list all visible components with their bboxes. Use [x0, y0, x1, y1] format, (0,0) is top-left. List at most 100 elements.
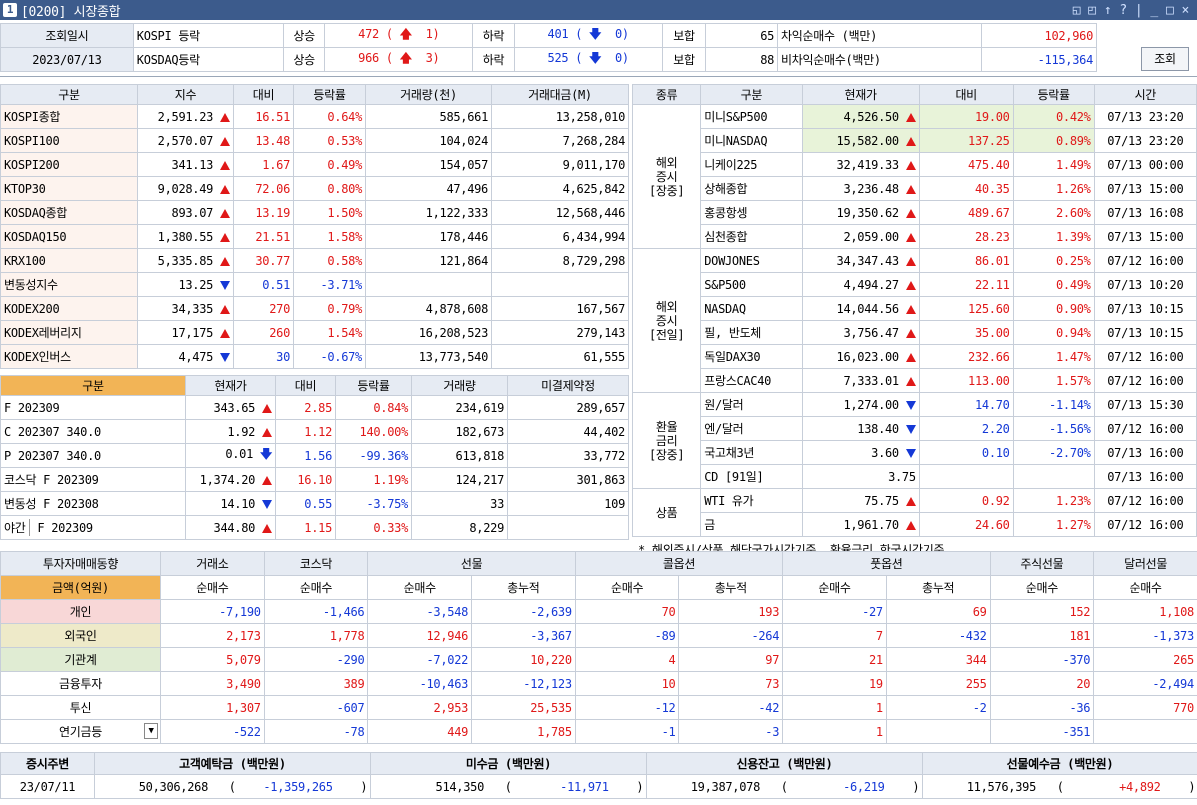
futures-name: F 202309: [0, 395, 186, 420]
table-row[interactable]: KODEX인버스 4,475 30 -0.67% 13,773,540 61,555: [0, 344, 629, 369]
table-row[interactable]: 금 1,961.70 24.60 1.27% 07/12 16:00: [633, 512, 1197, 537]
investor-value: 1: [782, 719, 887, 744]
up-triangle-icon: [905, 232, 916, 242]
table-row[interactable]: 프랑스CAC40 7,333.01 113.00 1.57% 07/12 16:00: [633, 368, 1197, 393]
table-row[interactable]: 미니NASDAQ 15,582.00 137.25 0.89% 07/13 23:20: [633, 128, 1197, 153]
index-change: 30: [233, 344, 294, 369]
window-control-5[interactable]: _: [1150, 3, 1158, 18]
window-control-7[interactable]: ×: [1181, 3, 1189, 18]
index-volume: 1,122,333: [365, 200, 492, 225]
global-header-3: 대비: [918, 84, 1014, 105]
index-header-2: 대비: [233, 84, 294, 105]
deposit-value: 19,387,078: [690, 779, 761, 794]
table-row[interactable]: KOSPI종합 2,591.23 16.51 0.64% 585,661 13,258,…: [0, 104, 629, 129]
up-triangle-icon: [905, 376, 916, 386]
query-button[interactable]: 조회: [1141, 47, 1189, 71]
global-time: 07/13 16:08: [1093, 200, 1197, 225]
dropdown-icon[interactable]: ▼: [144, 723, 158, 739]
table-row[interactable]: 변동성 F 202308 14.10 0.55 -3.75% 33 109: [0, 491, 629, 516]
table-row[interactable]: 해외 증시 [장중] 미니S&P500 4,526.50 19.00 0.42% 07/13…: [631, 104, 1197, 249]
futures-open-interest: 289,657: [507, 395, 629, 420]
deposit-change: +4,892: [1119, 779, 1161, 794]
table-row[interactable]: P 202307 340.0 0.01 🡇 1.56 -99.36% 613,818 33…: [0, 443, 629, 468]
futures-value: 344.80: [185, 515, 276, 540]
table-row[interactable]: 상해종합 3,236.48 40.35 1.26% 07/13 15:00: [633, 176, 1197, 201]
futures-volume: 234,619: [411, 395, 508, 420]
table-row[interactable]: 해외 증시 [전일] DOWJONES 34,347.43 86.01 0.25% 07/1…: [631, 248, 1197, 393]
flat-label: 보합: [661, 23, 707, 48]
window-control-6[interactable]: □: [1166, 3, 1174, 18]
market-name: KOSDAQ등락: [132, 47, 284, 72]
global-name: 니케이225: [700, 152, 803, 177]
table-row[interactable]: 니케이225 32,419.33 475.40 1.49% 07/13 00:00: [633, 152, 1197, 177]
index-change: 30.77: [233, 248, 294, 273]
global-rate: 0.94%: [1012, 320, 1095, 345]
table-row[interactable]: 금융투자 3,490 389 -10,463 -12,123 10 73 19 255 20 -2,…: [0, 671, 1197, 696]
table-row[interactable]: 국고채3년 3.60 0.10 -2.70% 07/13 16:00: [633, 440, 1197, 465]
global-rate: [1012, 464, 1095, 489]
global-name: 심천종합: [700, 224, 803, 249]
global-value: 7,333.01: [801, 368, 920, 393]
table-row[interactable]: KRX100 5,335.85 30.77 0.58% 121,864 8,729,29…: [0, 248, 629, 273]
index-change: 16.51: [233, 104, 294, 129]
table-row[interactable]: 독일DAX30 16,023.00 232.66 1.47% 07/12 16:00: [633, 344, 1197, 369]
investor-value: 1: [782, 695, 887, 720]
table-row[interactable]: KOSDAQ150 1,380.55 21.51 1.58% 178,446 6,434…: [0, 224, 629, 249]
table-row[interactable]: 변동성지수 13.25 0.51 -3.71%: [0, 272, 629, 297]
table-row[interactable]: KOSPI200 341.13 1.67 0.49% 154,057 9,011,170: [0, 152, 629, 177]
market-summary-panel: 조회일시 KOSPI 등락 상승 472 ( 🡅 1) 하락 401 ( 🡇 0) 보합 65…: [0, 23, 1197, 77]
window-control-4[interactable]: |: [1135, 3, 1143, 18]
index-rate: 0.79%: [293, 296, 366, 321]
table-row[interactable]: NASDAQ 14,044.56 125.60 0.90% 07/13 10:15: [633, 296, 1197, 321]
investor-value: 265: [1093, 647, 1197, 672]
window-control-1[interactable]: ◰: [1088, 3, 1096, 18]
up-triangle-icon: [905, 208, 916, 218]
investor-value: [885, 719, 991, 744]
table-row[interactable]: 야간 F 202309 344.80 1.15 0.33% 8,229: [0, 515, 629, 540]
table-row[interactable]: C 202307 340.0 1.92 1.12 140.00% 182,673 44,…: [0, 419, 629, 444]
investor-table: 투자자매매동향 거래소 코스닥 선물 콜옵션 풋옵션 주식선물 달러선물 금액(억원) 순매수 순매…: [0, 551, 1197, 744]
table-row[interactable]: KODEX레버리지 17,175 260 1.54% 16,208,523 279,14…: [0, 320, 629, 345]
global-name: 홍콩항셍: [700, 200, 803, 225]
global-name: NASDAQ: [700, 296, 803, 321]
window-control-0[interactable]: ◱: [1073, 3, 1081, 18]
table-row[interactable]: CD [91일] 3.75 07/13 16:00: [633, 464, 1197, 489]
global-rate: -1.56%: [1012, 416, 1095, 441]
table-row[interactable]: 홍콩항셍 19,350.62 489.67 2.60% 07/13 16:08: [633, 200, 1197, 225]
investor-value: -78: [263, 719, 369, 744]
arbitrage-value: -115,364: [980, 47, 1098, 72]
window-control-3[interactable]: ?: [1119, 3, 1127, 18]
table-row[interactable]: 연기금등 ▼ -522 -78 449 1,785 -1 -3 1 -351: [0, 719, 1197, 744]
table-row[interactable]: S&P500 4,494.27 22.11 0.49% 07/13 10:20: [633, 272, 1197, 297]
table-row[interactable]: 코스닥 F 202309 1,374.20 16.10 1.19% 124,217 30…: [0, 467, 629, 492]
table-row[interactable]: KOSDAQ종합 893.07 13.19 1.50% 1,122,333 12,568…: [0, 200, 629, 225]
global-time: 07/13 23:20: [1093, 104, 1197, 129]
up-triangle-icon: [905, 136, 916, 146]
window-title: [0200] 시장종합: [21, 4, 121, 20]
global-change: 0.10: [918, 440, 1014, 465]
table-row[interactable]: 심천종합 2,059.00 28.23 1.39% 07/13 15:00: [633, 224, 1197, 249]
table-row[interactable]: 외국인 2,173 1,778 12,946 -3,367 -89 -264 7 -432 181…: [0, 623, 1197, 648]
global-header-1: 구분: [700, 84, 803, 105]
table-row[interactable]: 개인 -7,190 -1,466 -3,548 -2,639 70 193 -27 69 152 1…: [0, 599, 1197, 624]
investor-name[interactable]: 연기금등 ▼: [0, 719, 161, 744]
index-name: KOSDAQ150: [0, 224, 138, 249]
index-value: 1,380.55: [137, 224, 234, 249]
global-group-label: 해외 증시 [장중]: [631, 104, 702, 249]
investor-value: -1,373: [1093, 623, 1197, 648]
table-row[interactable]: 필, 반도체 3,756.47 35.00 0.94% 07/13 10:15: [633, 320, 1197, 345]
table-row[interactable]: 엔/달러 138.40 2.20 -1.56% 07/12 16:00: [633, 416, 1197, 441]
table-row[interactable]: KTOP30 9,028.49 72.06 0.80% 47,496 4,625,842: [0, 176, 629, 201]
table-row[interactable]: 기관계 5,079 -290 -7,022 10,220 4 97 21 344 -370 265: [0, 647, 1197, 672]
investor-subhead-2: 순매수: [367, 575, 473, 600]
table-row[interactable]: 환율 금리 [장중] 원/달러 1,274.00 14.70 -1.14% 07/13 15…: [631, 392, 1197, 489]
table-row[interactable]: KODEX200 34,335 270 0.79% 4,878,608 167,567: [0, 296, 629, 321]
deposit-item: 19,387,078 ( -6,219 ): [646, 774, 923, 799]
table-row[interactable]: F 202309 343.65 2.85 0.84% 234,619 289,657: [0, 395, 629, 420]
table-row[interactable]: 상품 WTI 유가 75.75 0.92 1.23% 07/12 16:00: [631, 488, 1197, 537]
index-volume: 4,878,608: [365, 296, 492, 321]
window-control-2[interactable]: ↑: [1104, 3, 1112, 18]
investor-value: -2: [885, 695, 991, 720]
table-row[interactable]: KOSPI100 2,570.07 13.48 0.53% 104,024 7,268,…: [0, 128, 629, 153]
table-row[interactable]: 투신 1,307 -607 2,953 25,535 -12 -42 1 -2 -36 770: [0, 695, 1197, 720]
